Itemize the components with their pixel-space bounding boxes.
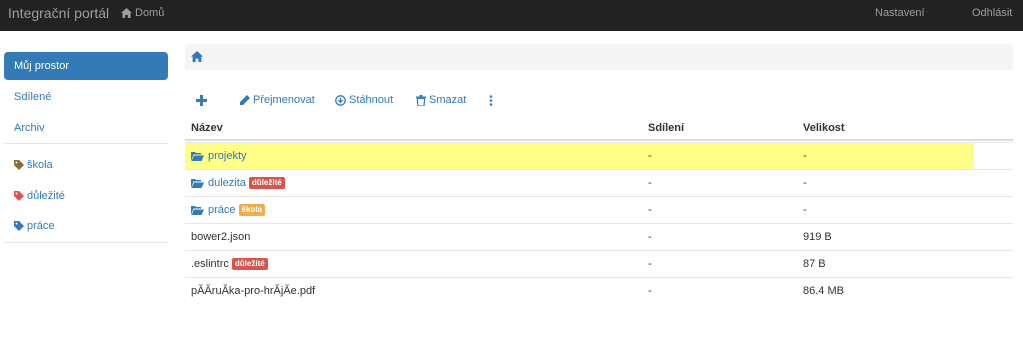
- folder-open-icon: [191, 178, 204, 188]
- logout-link[interactable]: Odhlásit: [972, 7, 1012, 19]
- file-table-header: Název Sdílení Velikost: [185, 116, 1013, 141]
- size-cell: -: [803, 204, 807, 216]
- home-icon: [121, 8, 132, 18]
- home-icon: [191, 51, 203, 62]
- download-icon: [335, 94, 346, 106]
- file-name-text[interactable]: .eslintrc: [191, 258, 229, 270]
- rename-button[interactable]: Přejmenovat: [240, 90, 315, 110]
- file-name-cell: pĂĂruĂka-pro-hrĂjĂe.pdf: [191, 285, 315, 297]
- size-cell: -: [803, 177, 807, 189]
- file-name-link[interactable]: projekty: [208, 150, 247, 162]
- breadcrumb-home[interactable]: [191, 51, 203, 65]
- trash-icon: [416, 94, 426, 106]
- file-name-text[interactable]: pĂĂruĂka-pro-hrĂjĂe.pdf: [191, 285, 315, 297]
- column-header-size[interactable]: Velikost: [803, 122, 845, 134]
- sidebar-item-label: Můj prostor: [14, 60, 70, 72]
- more-options-button[interactable]: [489, 90, 496, 110]
- sidebar-item-my-space[interactable]: Můj prostor: [4, 52, 168, 80]
- nav-home-link[interactable]: Domů: [121, 7, 164, 19]
- file-name-cell: práce škola: [191, 204, 265, 216]
- breadcrumb: [185, 44, 1013, 70]
- brand-title[interactable]: Integrační portál: [8, 5, 109, 21]
- sharing-cell: -: [648, 177, 652, 189]
- delete-label: Smazat: [429, 94, 467, 106]
- row-highlight: [185, 143, 974, 170]
- folder-open-icon: [191, 151, 204, 161]
- size-cell: -: [803, 150, 807, 162]
- download-button[interactable]: Stáhnout: [335, 90, 393, 110]
- sidebar-item-label: Sdílené: [14, 91, 52, 103]
- sharing-cell: -: [648, 285, 652, 297]
- file-toolbar: Přejmenovat Stáhnout Smazat: [185, 90, 1013, 110]
- sharing-cell: -: [648, 150, 652, 162]
- size-cell: 87 B: [803, 258, 826, 270]
- sidebar-item-archive[interactable]: Archiv: [4, 114, 168, 142]
- nav-home-label: Domů: [135, 7, 165, 19]
- sidebar-tag-work[interactable]: práce: [4, 212, 168, 240]
- table-row[interactable]: pĂĂruĂka-pro-hrĂjĂe.pdf - 86.4 MB: [185, 277, 1013, 304]
- file-name-link[interactable]: dulezita: [208, 177, 246, 189]
- sidebar-tag-label: důležité: [27, 190, 65, 202]
- sharing-cell: -: [648, 204, 652, 216]
- sidebar-item-label: Archiv: [14, 122, 45, 134]
- table-row[interactable]: dulezita důležité - -: [185, 169, 1013, 196]
- file-name-cell: projekty: [191, 150, 247, 162]
- table-row[interactable]: bower2.json - 919 B: [185, 223, 1013, 250]
- sidebar-tag-label: práce: [27, 220, 55, 232]
- column-header-sharing[interactable]: Sdílení: [648, 122, 684, 134]
- sharing-cell: -: [648, 258, 652, 270]
- tag-icon: [14, 191, 24, 201]
- rename-label: Přejmenovat: [253, 94, 315, 106]
- delete-button[interactable]: Smazat: [416, 90, 466, 110]
- pencil-icon: [240, 95, 250, 105]
- size-cell: 919 B: [803, 231, 832, 243]
- tag-badge: důležité: [231, 258, 268, 270]
- table-row[interactable]: .eslintrc důležité - 87 B: [185, 250, 1013, 277]
- table-row[interactable]: projekty - -: [185, 142, 1013, 170]
- tag-icon: [14, 160, 24, 170]
- more-vertical-icon: [489, 94, 493, 106]
- settings-link[interactable]: Nastavení: [875, 7, 925, 19]
- file-name-cell: .eslintrc důležité: [191, 258, 268, 270]
- sidebar-tag-label: škola: [27, 159, 53, 171]
- tag-icon: [14, 221, 24, 231]
- sidebar-divider: [4, 143, 168, 144]
- sidebar-tag-important[interactable]: důležité: [4, 182, 168, 210]
- sidebar-tag-school[interactable]: škola: [4, 151, 168, 179]
- column-header-name[interactable]: Název: [191, 122, 223, 134]
- size-cell: 86.4 MB: [803, 285, 844, 297]
- file-name-cell: bower2.json: [191, 231, 250, 243]
- folder-open-icon: [191, 205, 204, 215]
- sidebar-item-shared[interactable]: Sdílené: [4, 83, 168, 111]
- tag-badge: škola: [238, 204, 265, 216]
- tag-badge: důležité: [248, 177, 285, 189]
- add-button[interactable]: [196, 90, 210, 110]
- table-row[interactable]: práce škola - -: [185, 196, 1013, 223]
- file-name-text[interactable]: bower2.json: [191, 231, 250, 243]
- top-navbar: Integrační portál Domů Nastavení Odhlási…: [0, 0, 1023, 31]
- file-name-cell: dulezita důležité: [191, 177, 285, 189]
- sharing-cell: -: [648, 231, 652, 243]
- file-name-link[interactable]: práce: [208, 204, 236, 216]
- download-label: Stáhnout: [349, 94, 394, 106]
- sidebar-divider: [4, 242, 168, 243]
- plus-icon: [196, 94, 207, 106]
